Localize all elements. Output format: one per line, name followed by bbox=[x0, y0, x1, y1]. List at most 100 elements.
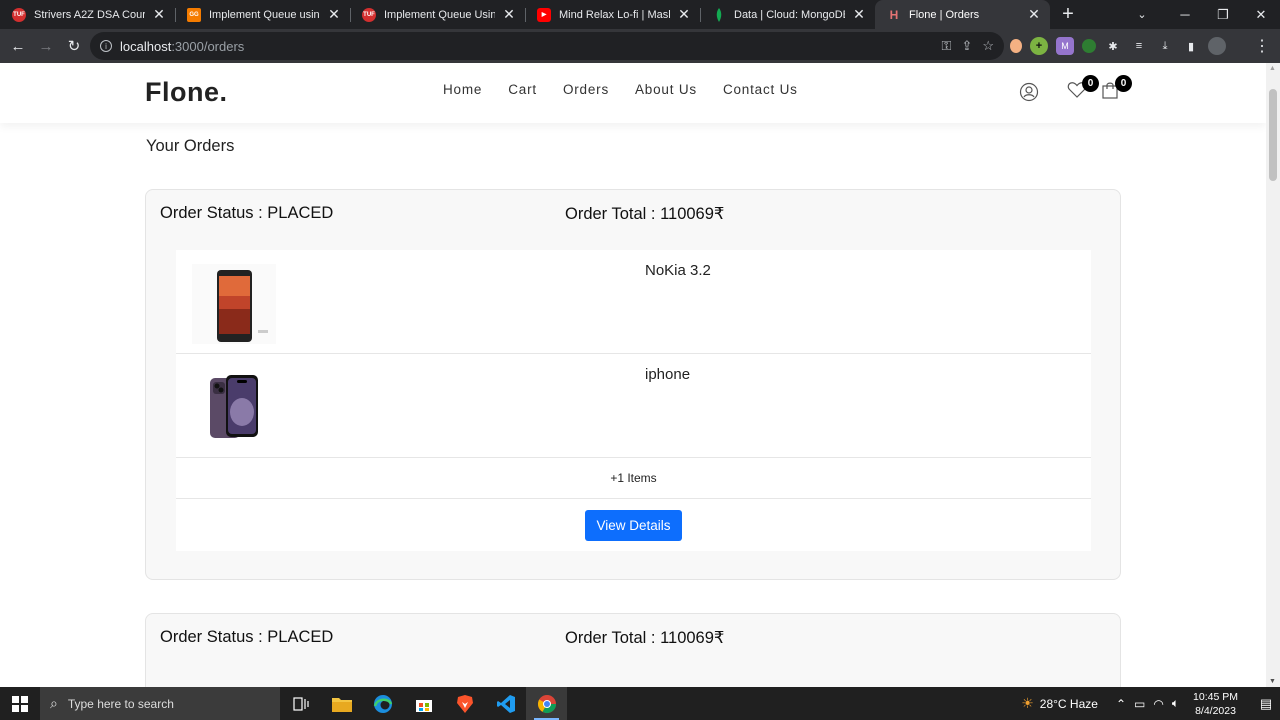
close-icon[interactable]: ✕ bbox=[676, 6, 692, 23]
tab-title: Strivers A2Z DSA Course/SI bbox=[34, 8, 145, 21]
site-info-icon[interactable]: i bbox=[100, 40, 112, 52]
extension-m-icon[interactable]: M bbox=[1056, 37, 1074, 55]
system-tray: ☀ 28°C Haze ⌃ ▭ ◠ 🔈︎ 10:45 PM 8/4/2023 ▤ bbox=[1021, 687, 1280, 720]
more-items-count: +1 Items bbox=[176, 458, 1091, 499]
maximize-icon[interactable]: ❐ bbox=[1204, 0, 1242, 29]
bookmark-star-icon[interactable]: ☆ bbox=[982, 38, 994, 54]
order-item-row: iphone bbox=[176, 354, 1091, 458]
nav-orders[interactable]: Orders bbox=[563, 82, 609, 97]
tuf-icon: TUF bbox=[362, 7, 376, 22]
browser-tab-5[interactable]: Data | Cloud: MongoDB Clo ✕ bbox=[700, 0, 875, 29]
close-icon[interactable]: ✕ bbox=[851, 6, 867, 23]
order-total: Order Total : 110069₹ bbox=[565, 629, 725, 647]
window-controls: ─ ❐ ✕ bbox=[1166, 0, 1280, 29]
close-icon[interactable]: ✕ bbox=[1026, 6, 1042, 23]
extensions-puzzle-icon[interactable]: ✱ bbox=[1104, 37, 1122, 55]
browser-tab-2[interactable]: GG Implement Queue using Ar ✕ bbox=[175, 0, 350, 29]
wifi-icon[interactable]: ◠ bbox=[1153, 697, 1163, 711]
extension-orange-icon[interactable] bbox=[1010, 39, 1022, 53]
windows-start-icon[interactable] bbox=[0, 687, 40, 720]
scrollbar-thumb[interactable] bbox=[1269, 89, 1277, 181]
scroll-up-arrow-icon[interactable]: ▲ bbox=[1269, 65, 1276, 72]
volume-icon[interactable]: 🔈︎ bbox=[1172, 696, 1179, 711]
order-status: Order Status : PLACED bbox=[160, 204, 334, 222]
download-icon[interactable]: ⤓ bbox=[1156, 37, 1174, 55]
extensions-area: + M ✱ ≡ ⤓ ▮ bbox=[1010, 29, 1226, 63]
mongodb-icon bbox=[712, 7, 726, 22]
browser-menu-icon[interactable]: ⋮ bbox=[1254, 29, 1270, 63]
browser-tab-1[interactable]: TUF Strivers A2Z DSA Course/SI ✕ bbox=[0, 0, 175, 29]
view-details-button[interactable]: View Details bbox=[585, 509, 682, 541]
site-logo[interactable]: Flone. bbox=[145, 77, 228, 108]
nav-about-us[interactable]: About Us bbox=[635, 82, 697, 97]
search-icon: ⌕ bbox=[50, 695, 58, 711]
close-icon[interactable]: ✕ bbox=[501, 6, 517, 23]
clock-date: 8/4/2023 bbox=[1195, 704, 1236, 717]
close-icon[interactable]: ✕ bbox=[326, 6, 342, 23]
order-items: NoKia 3.2 iphone +1 Items View Details bbox=[176, 250, 1091, 551]
user-account-icon[interactable] bbox=[1018, 81, 1040, 103]
share-icon[interactable]: ⇪ bbox=[961, 38, 972, 54]
file-explorer-icon[interactable] bbox=[321, 687, 362, 720]
main-nav: Home Cart Orders About Us Contact Us bbox=[443, 82, 798, 97]
scroll-down-arrow-icon[interactable]: ▼ bbox=[1269, 678, 1276, 685]
task-view-icon[interactable] bbox=[280, 687, 321, 720]
iphone-thumbnail bbox=[192, 368, 276, 448]
url-path: :3000/orders bbox=[171, 38, 245, 54]
order-item-name: iphone bbox=[645, 366, 691, 383]
web-page: Flone. Home Cart Orders About Us Contact… bbox=[0, 63, 1266, 687]
order-card: Order Status : PLACED Order Total : 1100… bbox=[145, 613, 1121, 687]
brave-browser-icon[interactable] bbox=[444, 687, 485, 720]
wishlist-count-badge: 0 bbox=[1082, 75, 1099, 92]
minimize-icon[interactable]: ─ bbox=[1166, 0, 1204, 29]
browser-tab-strip: TUF Strivers A2Z DSA Course/SI ✕ GG Impl… bbox=[0, 0, 1280, 29]
key-icon[interactable]: ⚿ bbox=[942, 38, 952, 54]
reload-icon[interactable]: ↻ bbox=[61, 33, 87, 59]
haze-weather-icon: ☀ bbox=[1021, 695, 1034, 711]
browser-tab-4[interactable]: ▶ Mind Relax Lo-fi | Mashup | ✕ bbox=[525, 0, 700, 29]
page-title: Your Orders bbox=[146, 137, 235, 155]
profile-avatar[interactable] bbox=[1208, 37, 1226, 55]
browser-tab-3[interactable]: TUF Implement Queue Using Ar ✕ bbox=[350, 0, 525, 29]
browser-tab-6-active[interactable]: H Flone | Orders ✕ bbox=[875, 0, 1050, 29]
chrome-icon[interactable] bbox=[526, 687, 567, 720]
forward-arrow-icon[interactable]: → bbox=[33, 33, 59, 59]
page-scrollbar[interactable]: ▲ ▼ bbox=[1266, 63, 1280, 687]
nav-contact-us[interactable]: Contact Us bbox=[723, 82, 798, 97]
flone-icon: H bbox=[889, 7, 899, 22]
taskbar-clock[interactable]: 10:45 PM 8/4/2023 bbox=[1193, 690, 1238, 718]
site-header: Flone. Home Cart Orders About Us Contact… bbox=[0, 63, 1266, 123]
extension-plus-icon[interactable]: + bbox=[1030, 37, 1048, 55]
extension-green-icon[interactable] bbox=[1082, 39, 1096, 53]
vscode-icon[interactable] bbox=[485, 687, 526, 720]
chevron-up-icon[interactable]: ⌃ bbox=[1116, 697, 1126, 711]
order-total: Order Total : 110069₹ bbox=[565, 205, 725, 223]
battery-icon[interactable]: ▭ bbox=[1134, 697, 1145, 711]
window-close-icon[interactable]: ✕ bbox=[1242, 0, 1280, 29]
weather-widget[interactable]: ☀ 28°C Haze bbox=[1021, 695, 1098, 712]
omnibox-actions: ⚿ ⇪ ☆ bbox=[942, 32, 994, 60]
edge-browser-icon[interactable] bbox=[362, 687, 403, 720]
tab-title: Data | Cloud: MongoDB Clo bbox=[734, 8, 845, 21]
side-panel-icon[interactable]: ▮ bbox=[1182, 37, 1200, 55]
nav-cart[interactable]: Cart bbox=[508, 82, 537, 97]
taskbar-search-placeholder: Type here to search bbox=[67, 696, 174, 711]
address-bar[interactable]: i localhost:3000/orders ⚿ ⇪ ☆ bbox=[90, 32, 1004, 60]
tab-search-icon[interactable]: ⌄ bbox=[1128, 0, 1156, 29]
taskbar-search[interactable]: ⌕ Type here to search bbox=[40, 687, 280, 720]
close-icon[interactable]: ✕ bbox=[151, 6, 167, 23]
notification-icon[interactable]: ▤ bbox=[1252, 696, 1280, 712]
back-arrow-icon[interactable]: ← bbox=[5, 33, 31, 59]
microsoft-store-icon[interactable] bbox=[403, 687, 444, 720]
weather-text: 28°C Haze bbox=[1039, 696, 1098, 711]
tuf-icon: TUF bbox=[12, 7, 26, 22]
cart-count-badge: 0 bbox=[1115, 75, 1132, 92]
reading-list-icon[interactable]: ≡ bbox=[1130, 37, 1148, 55]
details-button-row: View Details bbox=[176, 499, 1091, 551]
new-tab-button[interactable]: + bbox=[1054, 0, 1082, 29]
windows-taskbar: ⌕ Type here to search ☀ 28°C Haze ⌃ ▭ ◠ … bbox=[0, 687, 1280, 720]
nokia-phone-thumbnail bbox=[192, 264, 276, 344]
browser-toolbar: ← → ↻ i localhost:3000/orders ⚿ ⇪ ☆ + M … bbox=[0, 29, 1280, 63]
nav-home[interactable]: Home bbox=[443, 82, 482, 97]
youtube-icon: ▶ bbox=[537, 7, 551, 22]
